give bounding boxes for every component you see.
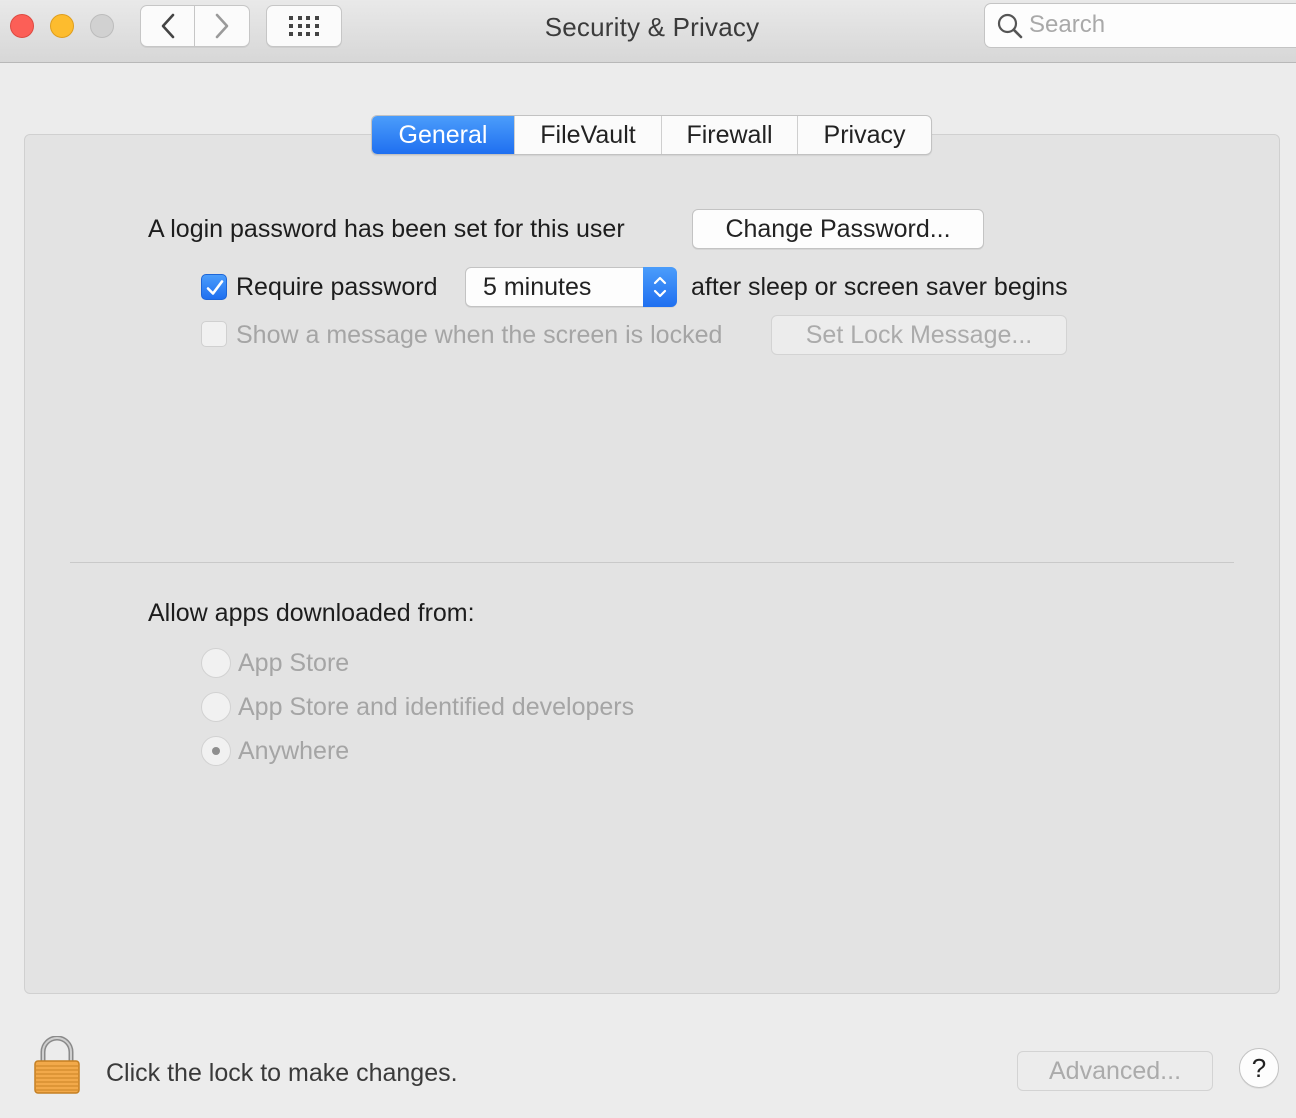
checkmark-icon bbox=[206, 280, 224, 295]
tab-filevault[interactable]: FileVault bbox=[514, 116, 661, 154]
search-icon bbox=[997, 13, 1023, 39]
radio-selected-dot bbox=[212, 747, 220, 755]
require-password-label: Require password bbox=[236, 273, 438, 301]
show-message-label: Show a message when the screen is locked bbox=[236, 321, 723, 349]
delay-value: 5 minutes bbox=[483, 273, 592, 301]
search-field[interactable] bbox=[984, 3, 1296, 48]
search-input[interactable] bbox=[1029, 10, 1269, 40]
radio-identified-developers-label: App Store and identified developers bbox=[238, 693, 635, 721]
lock-hint: Click the lock to make changes. bbox=[106, 1059, 458, 1087]
tab-privacy[interactable]: Privacy bbox=[797, 116, 931, 154]
change-password-button[interactable]: Change Password... bbox=[692, 209, 984, 249]
require-password-checkbox[interactable] bbox=[201, 274, 227, 300]
radio-identified-developers[interactable] bbox=[201, 692, 231, 722]
set-lock-message-button[interactable]: Set Lock Message... bbox=[771, 315, 1067, 355]
section-divider bbox=[70, 562, 1234, 563]
radio-anywhere[interactable] bbox=[201, 736, 231, 766]
chevron-up-down-icon bbox=[653, 276, 667, 298]
general-tab-panel bbox=[24, 134, 1280, 994]
radio-anywhere-label: Anywhere bbox=[238, 737, 350, 765]
popup-arrows bbox=[643, 267, 677, 307]
allow-apps-heading: Allow apps downloaded from: bbox=[148, 599, 475, 627]
tab-bar: General FileVault Firewall Privacy bbox=[371, 115, 932, 155]
advanced-button[interactable]: Advanced... bbox=[1017, 1051, 1213, 1091]
radio-app-store-label: App Store bbox=[238, 649, 350, 677]
tab-firewall[interactable]: Firewall bbox=[661, 116, 797, 154]
login-password-status: A login password has been set for this u… bbox=[148, 215, 625, 243]
require-password-delay-popup[interactable]: 5 minutes bbox=[465, 267, 677, 307]
show-message-checkbox[interactable] bbox=[201, 321, 227, 347]
help-button[interactable]: ? bbox=[1239, 1048, 1279, 1088]
title-bar: Security & Privacy bbox=[0, 0, 1296, 63]
lock-icon[interactable] bbox=[34, 1036, 80, 1094]
tab-general[interactable]: General bbox=[372, 116, 514, 154]
after-sleep-label: after sleep or screen saver begins bbox=[691, 273, 1068, 301]
radio-app-store[interactable] bbox=[201, 648, 231, 678]
